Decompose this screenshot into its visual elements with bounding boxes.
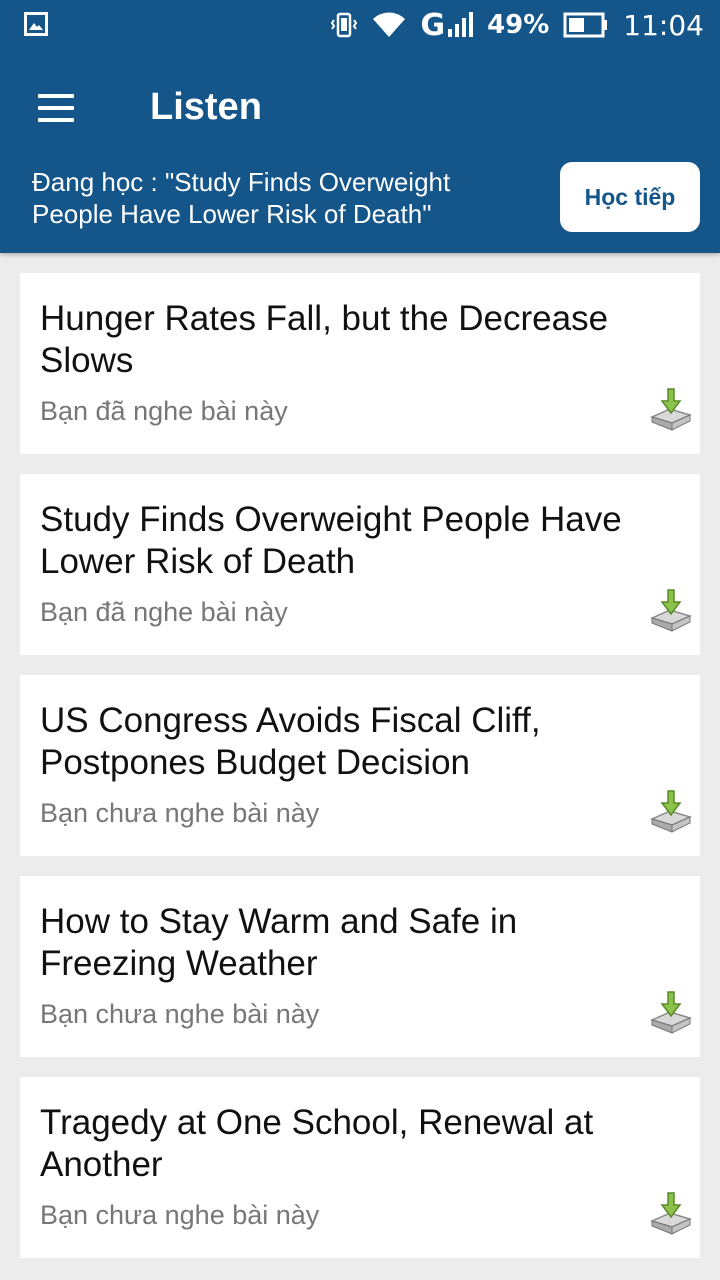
lesson-title: Study Finds Overweight People Have Lower… [40,500,622,581]
lesson-status: Bạn đã nghe bài này [40,396,288,426]
status-bar: G 49% 11:04 [0,0,720,50]
lesson-title: How to Stay Warm and Safe in Freezing We… [40,902,518,983]
lesson-title: Hunger Rates Fall, but the Decrease Slow… [40,299,609,380]
list-item[interactable]: Hunger Rates Fall, but the Decrease Slow… [20,273,700,454]
menu-button[interactable] [28,82,84,134]
gallery-icon [24,12,48,36]
page-title: Listen [150,86,262,128]
battery-icon [563,12,608,38]
lesson-status: Bạn chưa nghe bài này [40,999,320,1029]
list-item[interactable]: How to Stay Warm and Safe in Freezing We… [20,876,700,1057]
download-icon[interactable] [650,588,692,632]
download-icon[interactable] [650,387,692,431]
lesson-title: Tragedy at One School, Renewal at Anothe… [40,1103,594,1184]
clock: 11:04 [623,8,704,42]
list-item[interactable]: US Congress Avoids Fiscal Cliff, Postpon… [20,675,700,856]
download-icon[interactable] [650,789,692,833]
lesson-status: Bạn chưa nghe bài này [40,1200,320,1230]
download-icon[interactable] [650,1191,692,1235]
current-lesson-text: Đang học : "Study Finds Overweight Peopl… [32,167,451,229]
lesson-status: Bạn chưa nghe bài này [40,798,320,828]
download-icon[interactable] [650,990,692,1034]
app-bar: Listen Đang học : "Study Finds Overweigh… [0,50,720,253]
hamburger-icon [38,94,74,98]
list-item[interactable]: Tragedy at One School, Renewal at Anothe… [20,1077,700,1258]
signal-icon [448,12,474,37]
lesson-status: Bạn đã nghe bài này [40,597,288,627]
lesson-list: Hunger Rates Fall, but the Decrease Slow… [20,273,700,1278]
vibrate-icon [331,12,358,38]
wifi-icon [373,12,406,37]
lesson-title: US Congress Avoids Fiscal Cliff, Postpon… [40,701,541,782]
network-type: G [420,7,446,43]
list-item[interactable]: Study Finds Overweight People Have Lower… [20,474,700,655]
battery-percent: 49% [487,10,550,40]
continue-button[interactable]: Học tiếp [560,162,700,232]
